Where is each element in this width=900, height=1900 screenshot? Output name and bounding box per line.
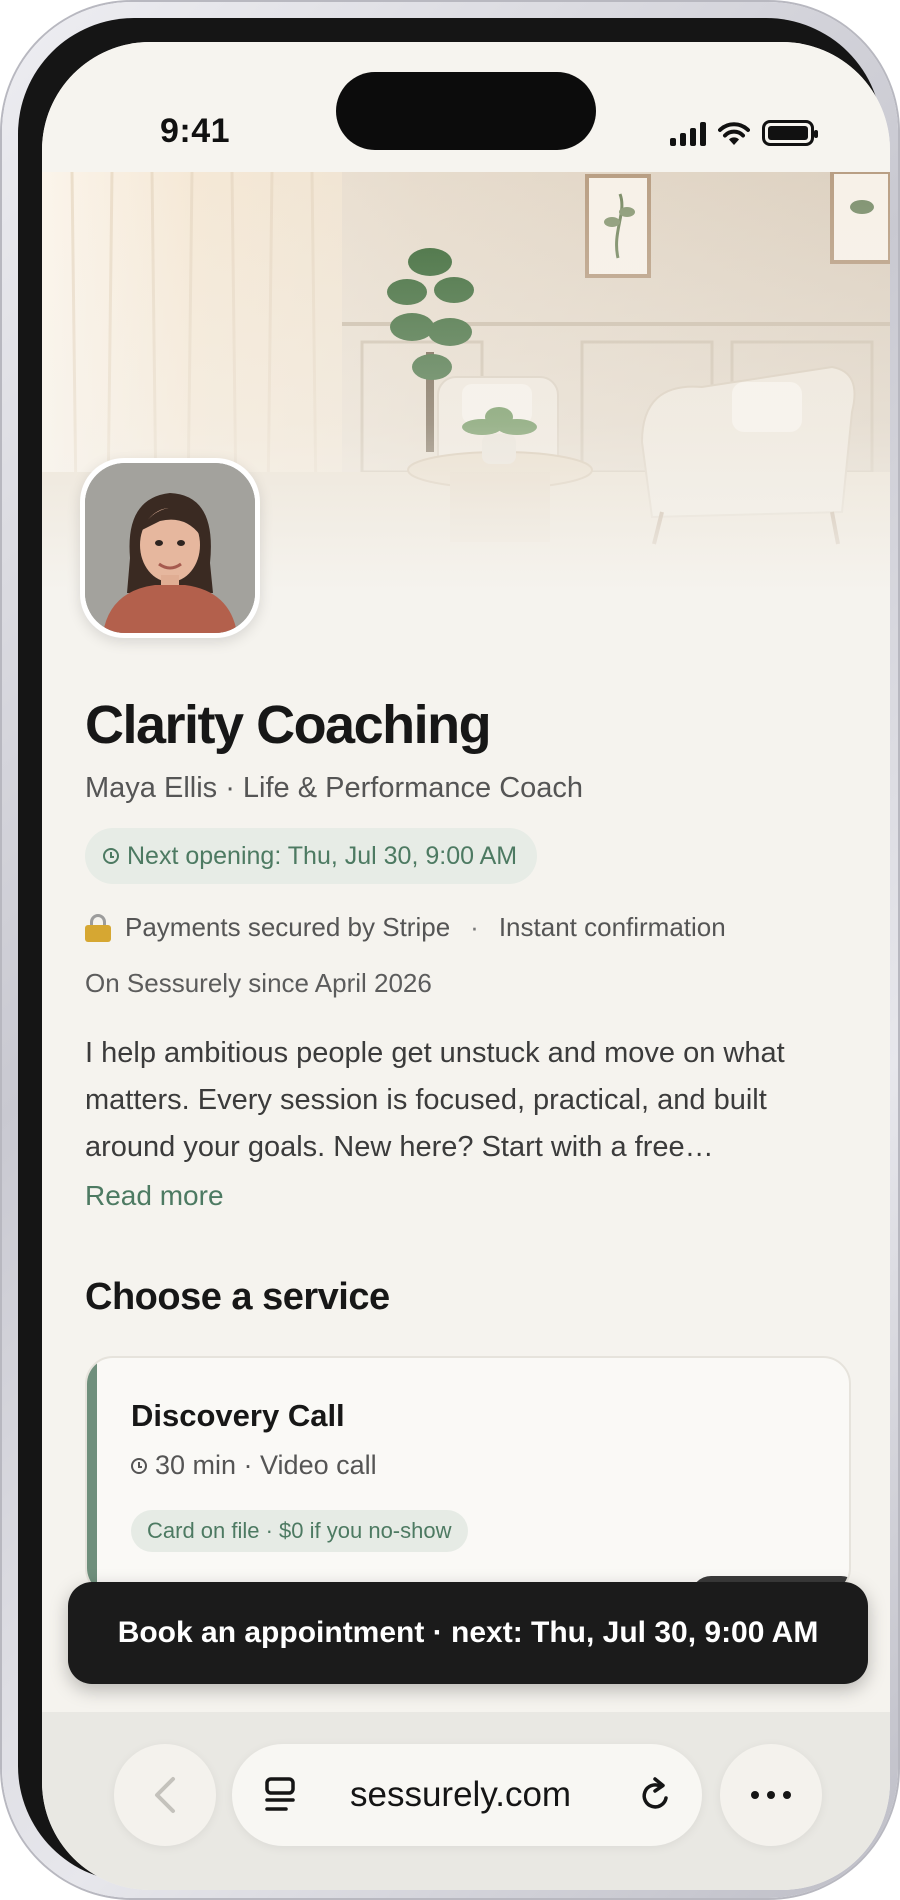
- more-options-button[interactable]: [720, 1744, 822, 1846]
- service-meta: 30 min · Video call: [131, 1450, 377, 1481]
- book-appointment-button[interactable]: Book an appointment · next: Thu, Jul 30,…: [68, 1582, 868, 1684]
- cellular-signal-icon: [670, 122, 706, 146]
- service-title: Discovery Call: [131, 1398, 345, 1433]
- tab-overview-icon[interactable]: [264, 1776, 298, 1814]
- confirmation-note: Instant confirmation: [498, 912, 726, 942]
- payments-note: Payments secured by Stripe: [125, 912, 451, 942]
- bio-text: I help ambitious people get unstuck and …: [85, 1037, 785, 1163]
- card-accent-bar: [87, 1358, 97, 1594]
- service-policy-badge: Card on file · $0 if you no-show: [131, 1510, 468, 1552]
- clock-icon: [103, 848, 119, 864]
- chevron-left-icon: [155, 1777, 175, 1813]
- status-time: 9:41: [160, 112, 231, 150]
- wifi-icon: [718, 122, 750, 145]
- address-bar[interactable]: sessurely.com: [232, 1744, 702, 1846]
- status-bar: 9:41: [42, 42, 890, 172]
- trust-row: Payments secured by Stripe · Instant con…: [85, 912, 726, 943]
- phone-frame: 9:41 Clarity Coaching Maya Ellis · Life …: [2, 2, 898, 1898]
- service-duration: 30 min · Video call: [155, 1450, 377, 1480]
- phone-screen: 9:41 Clarity Coaching Maya Ellis · Life …: [42, 42, 890, 1890]
- status-icons: [670, 120, 818, 146]
- coach-subtitle: Maya Ellis · Life & Performance Coach: [85, 772, 584, 804]
- service-card-discovery-call[interactable]: Discovery Call 30 min · Video call Card …: [85, 1356, 851, 1596]
- business-title: Clarity Coaching: [85, 695, 492, 755]
- dynamic-island: [336, 72, 596, 150]
- next-opening-text: Next opening: Thu, Jul 30, 9:00 AM: [127, 841, 518, 870]
- phone-bezel: 9:41 Clarity Coaching Maya Ellis · Life …: [18, 18, 890, 1890]
- reload-icon[interactable]: [638, 1776, 674, 1814]
- separator-dot: ·: [470, 912, 479, 942]
- next-opening-badge: Next opening: Thu, Jul 30, 9:00 AM: [85, 828, 538, 884]
- browser-toolbar: sessurely.com: [42, 1712, 890, 1890]
- battery-icon: [762, 120, 818, 146]
- read-more-link[interactable]: Read more: [85, 1180, 224, 1212]
- coach-portrait: [85, 463, 255, 633]
- lock-icon: [85, 913, 111, 942]
- more-dots-icon: [751, 1791, 759, 1799]
- url-text: sessurely.com: [350, 1775, 572, 1814]
- services-heading: Choose a service: [85, 1276, 390, 1318]
- member-since: On Sessurely since April 2026: [85, 968, 432, 998]
- coach-avatar: [80, 458, 260, 638]
- clock-icon: [131, 1457, 147, 1474]
- back-button[interactable]: [114, 1744, 216, 1846]
